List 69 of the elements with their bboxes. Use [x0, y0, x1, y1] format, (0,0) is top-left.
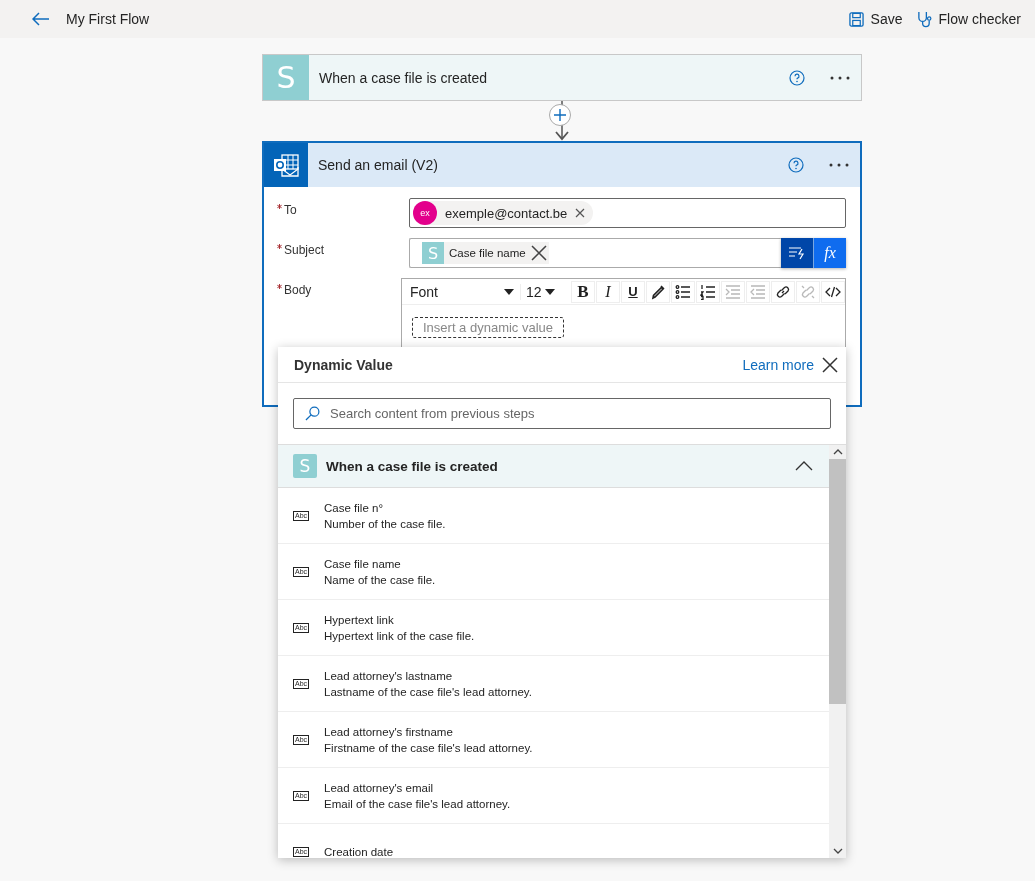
panel-title: Dynamic Value	[294, 356, 393, 373]
more-icon[interactable]	[830, 75, 850, 80]
bold-button[interactable]: B	[571, 280, 595, 303]
numbers-icon[interactable]	[696, 280, 720, 303]
save-button[interactable]: Save	[834, 11, 903, 27]
italic-button[interactable]: I	[596, 280, 620, 303]
plus-icon	[554, 109, 566, 121]
font-size-dropdown[interactable]: 12	[522, 283, 570, 300]
scroll-up-icon[interactable]	[832, 449, 843, 455]
remove-icon[interactable]	[575, 208, 586, 218]
font-dropdown[interactable]: Font	[404, 283, 521, 300]
connector-logo-icon: S	[293, 454, 317, 478]
search-field[interactable]: Search content from previous steps	[293, 398, 831, 429]
field-label: To	[284, 203, 297, 217]
dynamic-content-button[interactable]	[781, 238, 814, 268]
help-icon[interactable]	[788, 157, 804, 173]
caret-icon	[544, 288, 555, 295]
dynamic-token[interactable]: S Case file name	[422, 242, 549, 264]
help-icon[interactable]	[789, 69, 805, 86]
search-icon	[305, 406, 320, 421]
lightning-list-icon	[788, 246, 806, 260]
to-field[interactable]: ex exemple@contact.be	[409, 198, 846, 228]
item-name: Hypertext link	[324, 612, 395, 628]
item-name: Lead attorney's firstname	[324, 724, 454, 740]
trigger-card[interactable]: S When a case file is created	[262, 54, 862, 101]
trigger-title: When a case file is created	[319, 69, 489, 86]
back-arrow-icon[interactable]	[32, 12, 50, 26]
connector-logo-icon: S	[422, 242, 444, 264]
item-name: Case file n°	[324, 500, 384, 516]
flow-checker-button[interactable]: Flow checker	[902, 10, 1021, 28]
item-description: Email of the case file's lead attorney.	[324, 796, 511, 812]
item-description: Lastname of the case file's lead attorney.	[324, 684, 532, 700]
item-name: Creation date	[324, 844, 394, 858]
item-name: Lead attorney's email	[324, 780, 434, 796]
more-icon[interactable]	[829, 163, 849, 167]
bullets-icon[interactable]	[671, 280, 695, 303]
action-title: Send an email (V2)	[318, 157, 439, 173]
underline-button[interactable]: U	[621, 280, 645, 303]
item-name: Lead attorney's lastname	[324, 668, 454, 684]
initials-avatar: ex	[413, 201, 437, 225]
field-label: Body	[284, 283, 312, 297]
scrollbar[interactable]	[829, 445, 846, 858]
color-icon[interactable]	[646, 280, 670, 303]
item-description: Hypertext link of the case file.	[324, 628, 475, 644]
action-header[interactable]: Send an email (V2)	[264, 143, 860, 187]
add-step-button[interactable]	[549, 104, 571, 126]
expression-button[interactable]: fx	[814, 238, 846, 268]
save-icon	[848, 11, 864, 27]
subject-field[interactable]: S Case file name	[409, 238, 782, 268]
item-description: Name of the case file.	[324, 572, 436, 588]
collapse-chevron-icon[interactable]	[795, 461, 813, 471]
stethoscope-icon	[916, 10, 932, 28]
item-name: Case file name	[324, 556, 402, 572]
caret-icon	[504, 288, 514, 295]
remove-icon[interactable]	[530, 245, 547, 261]
group-title: When a case file is created	[326, 458, 498, 474]
recipient-token[interactable]: ex exemple@contact.be	[413, 201, 594, 225]
field-label: Subject	[284, 243, 325, 257]
trigger-group-header[interactable]: S When a case file is created	[278, 445, 829, 488]
code-icon[interactable]	[821, 280, 845, 303]
scroll-down-icon[interactable]	[832, 848, 843, 854]
insert-dynamic-value-placeholder[interactable]: Insert a dynamic value	[412, 317, 565, 338]
close-icon[interactable]	[822, 356, 838, 373]
link-icon[interactable]	[771, 280, 795, 303]
learn-more-link[interactable]: Learn more	[742, 356, 814, 373]
flow-title: My First Flow	[66, 11, 150, 27]
item-description: Firstname of the case file's lead attorney.	[324, 740, 533, 756]
item-description: Number of the case file.	[324, 516, 446, 532]
connector-logo-icon: S	[263, 55, 309, 100]
